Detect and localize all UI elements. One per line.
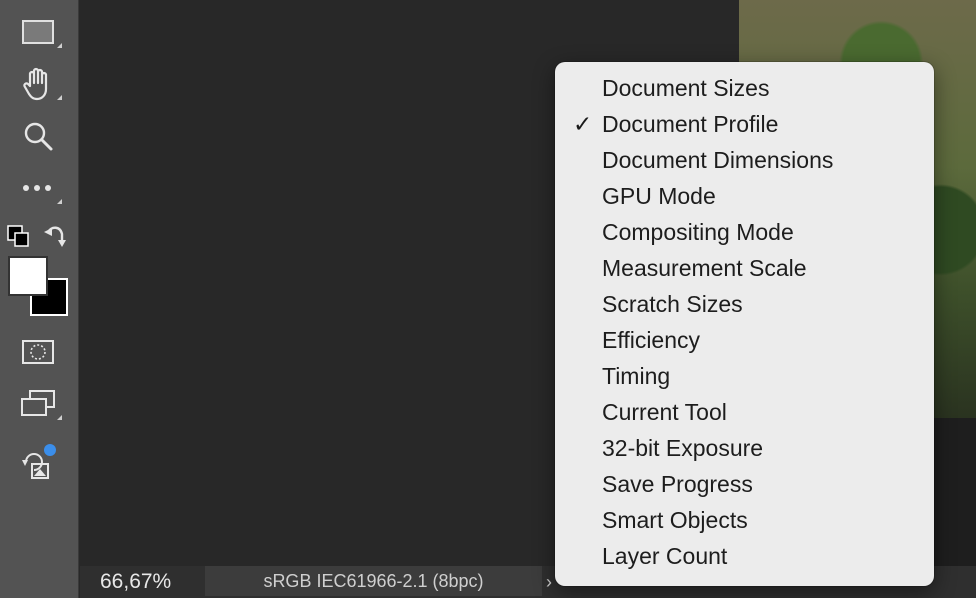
magnifier-icon xyxy=(24,122,53,151)
checkmark-icon: ✓ xyxy=(573,111,593,137)
menu-item[interactable]: Scratch Sizes xyxy=(555,286,934,322)
menu-item-label: Measurement Scale xyxy=(602,255,807,281)
status-info-menu: Document Sizes ✓ Document Profile Document … xyxy=(555,62,934,586)
menu-item-label: Save Progress xyxy=(602,471,753,497)
menu-item[interactable]: Document Sizes xyxy=(555,70,934,106)
swap-colors-button[interactable] xyxy=(42,222,70,250)
zoom-tool[interactable] xyxy=(14,116,62,156)
menu-item-label: Timing xyxy=(602,363,671,389)
quick-mask-icon xyxy=(22,340,54,364)
menu-item[interactable]: GPU Mode xyxy=(555,178,934,214)
menu-item-label: 32-bit Exposure xyxy=(602,435,764,461)
notification-badge xyxy=(44,444,56,456)
menu-item[interactable]: Compositing Mode xyxy=(555,214,934,250)
zoom-level-field[interactable]: 66,67% xyxy=(100,568,171,596)
screen-mode-button[interactable] xyxy=(14,384,62,424)
generative-image-icon xyxy=(22,444,56,479)
hand-tool[interactable] xyxy=(14,64,62,104)
tools-panel xyxy=(0,0,79,598)
default-colors-button[interactable] xyxy=(6,224,32,248)
menu-item-label: Document Dimensions xyxy=(602,147,834,173)
edit-toolbar-button[interactable] xyxy=(14,168,62,208)
default-colors-icon xyxy=(7,225,29,247)
menu-item-label: Compositing Mode xyxy=(602,219,794,245)
menu-item[interactable]: Document Dimensions xyxy=(555,142,934,178)
menu-item-label: Scratch Sizes xyxy=(602,291,743,317)
menu-item-label: Document Sizes xyxy=(602,75,770,101)
menu-item-label: Current Tool xyxy=(602,399,727,425)
color-swatches xyxy=(8,256,68,316)
rectangle-icon xyxy=(22,20,54,44)
swap-arrow-icon xyxy=(44,226,66,247)
menu-item[interactable]: Efficiency xyxy=(555,322,934,358)
foreground-color-swatch[interactable] xyxy=(8,256,48,296)
menu-item-label: Smart Objects xyxy=(602,507,748,533)
menu-item[interactable]: Save Progress xyxy=(555,466,934,502)
quick-mask-button[interactable] xyxy=(14,332,62,372)
menu-item[interactable]: Measurement Scale xyxy=(555,250,934,286)
menu-item-label: GPU Mode xyxy=(602,183,716,209)
rectangle-marquee-tool[interactable] xyxy=(14,12,62,52)
menu-item[interactable]: 32-bit Exposure xyxy=(555,430,934,466)
menu-item[interactable]: Layer Count xyxy=(555,538,934,574)
menu-item-label: Layer Count xyxy=(602,543,728,569)
more-icon xyxy=(23,185,51,191)
menu-item-label: Document Profile xyxy=(602,111,779,137)
document-info-field[interactable]: sRGB IEC61966-2.1 (8bpc) xyxy=(205,566,542,596)
menu-item-label: Efficiency xyxy=(602,327,701,353)
hand-icon xyxy=(23,67,48,101)
menu-item[interactable]: ✓ Document Profile xyxy=(555,106,934,142)
generative-fill-button[interactable] xyxy=(14,442,62,482)
menu-item[interactable]: Current Tool xyxy=(555,394,934,430)
screen-mode-icon xyxy=(21,390,55,416)
menu-item[interactable]: Timing xyxy=(555,358,934,394)
menu-item[interactable]: Smart Objects xyxy=(555,502,934,538)
